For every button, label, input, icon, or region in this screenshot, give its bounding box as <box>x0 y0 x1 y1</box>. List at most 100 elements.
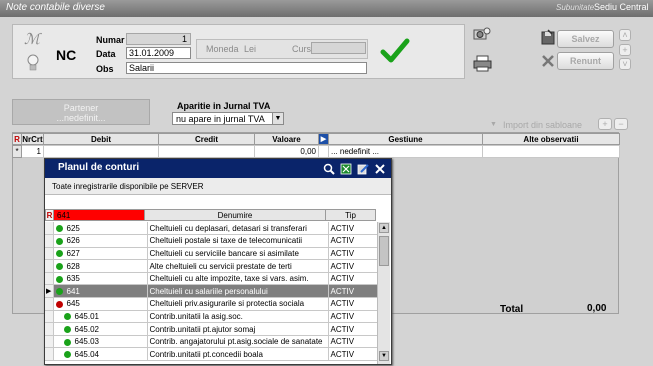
account-code-text: 645 <box>66 299 80 309</box>
save-button[interactable]: Salvez <box>557 30 614 48</box>
popup-filter-spacer <box>45 195 391 209</box>
account-denumire: Alte cheltuieli cu servicii prestate de … <box>147 259 329 273</box>
row-debit[interactable] <box>43 145 159 158</box>
account-code: 626 <box>53 234 148 248</box>
account-code: 627 <box>53 247 148 261</box>
camera-icon[interactable] <box>473 26 491 42</box>
subunit-value[interactable]: Sediu Central <box>594 2 649 12</box>
row-indicator <box>45 222 54 236</box>
account-tip: ACTIV <box>328 322 378 336</box>
account-code: 641 <box>53 284 148 299</box>
account-row[interactable]: 645 Cheltuieli priv.asigurarile si protec… <box>45 297 378 311</box>
account-row[interactable]: ▶ 641 Cheltuieli cu salariile personalului… <box>45 284 378 299</box>
account-tip: ACTIV <box>328 335 378 349</box>
col-observatii[interactable]: Alte observatii <box>482 133 620 145</box>
partener-button[interactable]: Partener ...nedefinit... <box>12 99 150 125</box>
account-denumire: Contrib.unitatii la asig.soc. <box>147 310 329 324</box>
remove-row-button[interactable]: − <box>614 118 628 130</box>
account-code-text: 645.01 <box>74 311 99 321</box>
col-debit[interactable]: Debit <box>43 133 159 145</box>
status-green-icon <box>63 325 71 333</box>
account-tip: ACTIV <box>328 347 378 362</box>
subunit-label: Subunitate <box>556 3 595 12</box>
account-row[interactable]: 628 Alte cheltuieli cu servicii prestate … <box>45 259 378 273</box>
add-row-button[interactable]: + <box>598 118 612 130</box>
account-row[interactable]: 645.02 Contrib.unitatii pt.ajutor somaj AC… <box>45 322 378 336</box>
lightbulb-icon[interactable] <box>26 54 40 72</box>
partener-label: Partener <box>63 103 99 113</box>
account-code-text: 628 <box>66 261 80 271</box>
status-green-icon <box>55 224 63 232</box>
nav-plus-button[interactable]: + <box>619 44 631 56</box>
status-green-icon <box>55 275 63 283</box>
status-green-icon <box>55 262 63 270</box>
nav-up-button[interactable]: ˄ <box>619 29 631 41</box>
curs-label: Curs <box>292 44 312 54</box>
account-code: 645.03 <box>53 335 148 349</box>
checkmark-icon[interactable] <box>380 38 410 64</box>
excel-icon[interactable] <box>340 163 352 175</box>
account-row[interactable]: 626 Cheltuieli postale si taxe de telecom… <box>45 234 378 248</box>
row-indicator: ▶ <box>45 284 54 299</box>
col-credit[interactable]: Credit <box>158 133 255 145</box>
account-row[interactable]: 625 Cheltuieli cu deplasari, detasari si … <box>45 222 378 236</box>
account-code-text: 645.04 <box>74 349 99 359</box>
chevron-down-icon[interactable]: ▼ <box>272 113 283 124</box>
popup-col-denumire[interactable]: Denumire <box>144 209 326 221</box>
search-icon[interactable] <box>323 163 335 175</box>
jurnal-tva-select[interactable]: nu apare in jurnal TVA ▼ <box>172 112 284 125</box>
data-label: Data <box>96 49 116 59</box>
col-nrcrt[interactable]: NrCrt <box>21 133 44 145</box>
numar-field[interactable]: 1 <box>126 33 191 45</box>
account-code: 625 <box>53 222 148 236</box>
account-denumire: Cheltuieli priv.asigurarile si protectia… <box>147 297 329 311</box>
moneda-value[interactable]: Lei <box>244 44 256 54</box>
data-field[interactable]: 31.01.2009 <box>126 47 191 59</box>
account-denumire: Cheltuieli cu alte impozite, taxe si var… <box>147 272 329 286</box>
scroll-up-icon[interactable]: ▲ <box>379 223 389 233</box>
entries-grid-row[interactable]: * 1 0,00 ... nedefinit ... <box>12 145 620 158</box>
popup-filter-input[interactable]: 641 <box>53 209 145 221</box>
edit-icon[interactable] <box>357 163 369 175</box>
obs-label: Obs <box>96 64 114 74</box>
account-denumire: Contrib.unitatii pt.concedii boala <box>147 347 329 362</box>
col-r[interactable]: R <box>12 133 22 145</box>
obs-field[interactable]: Salarii <box>126 62 367 74</box>
cancel-x-icon[interactable] <box>540 53 556 69</box>
nav-down-button[interactable]: ˅ <box>619 58 631 70</box>
row-credit[interactable] <box>158 145 255 158</box>
document-type: NC <box>56 47 77 63</box>
row-valoare[interactable]: 0,00 <box>254 145 319 158</box>
import-sabloane-button[interactable]: Import din sabloane <box>503 120 582 130</box>
scroll-down-icon[interactable]: ▼ <box>379 351 389 361</box>
account-row[interactable]: 627 Cheltuieli cu serviciile bancare si a… <box>45 247 378 261</box>
account-tip: ACTIV <box>328 272 378 286</box>
printer-icon[interactable] <box>473 55 492 72</box>
popup-scrollbar[interactable]: ▲ ▼ <box>377 222 390 364</box>
curs-field[interactable] <box>311 42 366 54</box>
status-green-icon <box>63 338 71 346</box>
row-observatii[interactable] <box>482 145 620 158</box>
account-denumire: Cheltuieli cu serviciile bancare si asim… <box>147 247 329 261</box>
save-icon[interactable] <box>540 29 556 45</box>
popup-col-r[interactable]: R <box>45 209 54 221</box>
cancel-button[interactable]: Renunt <box>557 52 614 70</box>
account-code: 645 <box>53 297 148 311</box>
col-gestiune[interactable]: Gestiune <box>328 133 483 145</box>
col-valoare[interactable]: Valoare <box>254 133 319 145</box>
account-row[interactable]: 645.03 Contrib. angajatorului pt.asig.soc… <box>45 335 378 349</box>
popup-col-tip[interactable]: Tip <box>325 209 376 221</box>
account-row[interactable]: 635 Cheltuieli cu alte impozite, taxe si … <box>45 272 378 286</box>
account-code: 645.01 <box>53 310 148 324</box>
jurnal-tva-label: Aparitie in Jurnal TVA <box>177 101 271 111</box>
account-code-text: 626 <box>66 236 80 246</box>
col-expand-icon[interactable]: ▶ <box>318 133 329 145</box>
account-row[interactable]: 645.04 Contrib.unitatii pt.concedii boala… <box>45 347 378 362</box>
scroll-thumb[interactable] <box>379 236 389 266</box>
close-icon[interactable] <box>375 164 385 174</box>
account-row[interactable]: 645.01 Contrib.unitatii la asig.soc. ACTIV <box>45 310 378 324</box>
account-denumire: Contrib. angajatorului pt.asig.sociale d… <box>147 335 329 349</box>
moneda-label: Moneda <box>206 44 239 54</box>
account-denumire: Cheltuieli cu salariile personalului <box>147 284 329 299</box>
row-gestiune[interactable]: ... nedefinit ... <box>328 145 483 158</box>
